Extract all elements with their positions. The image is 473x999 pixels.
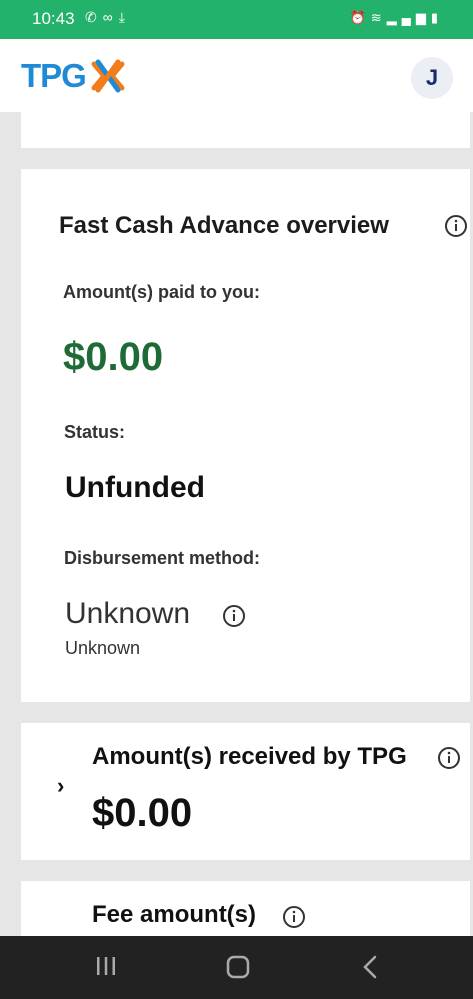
disbursement-label: Disbursement method: — [64, 548, 261, 568]
voicemail-icon: ∞ — [102, 9, 119, 25]
phone-icon: ✆ — [85, 9, 103, 25]
recent-apps-icon[interactable] — [94, 954, 118, 978]
chevron-right-icon[interactable]: › — [57, 773, 64, 799]
battery-icon: ▮ — [430, 10, 443, 25]
status-label: Status: — [64, 422, 126, 442]
received-title: Amount(s) received by TPG — [92, 743, 407, 770]
status-value: Unfunded — [65, 471, 205, 504]
home-icon[interactable] — [225, 954, 251, 980]
disbursement-subtext: Unknown — [65, 638, 141, 658]
overview-card: Fast Cash Advance overview Amount(s) pai… — [21, 169, 470, 702]
logo-mark-icon — [91, 59, 125, 93]
received-card[interactable]: › Amount(s) received by TPG $0.00 — [21, 723, 470, 860]
info-icon[interactable] — [444, 214, 468, 238]
back-icon[interactable] — [360, 954, 380, 980]
info-icon[interactable] — [222, 604, 246, 628]
logo-text: TPG — [21, 57, 87, 94]
received-amount: $0.00 — [92, 791, 193, 835]
wifi-icon: ≋ — [370, 10, 387, 25]
system-nav-bar — [0, 936, 473, 999]
status-time: 10:43 — [32, 9, 75, 28]
avatar[interactable]: J — [411, 57, 453, 99]
disbursement-value: Unknown — [65, 597, 191, 630]
signal-icon: ▂▄▆ — [386, 10, 431, 25]
download-icon: ⤓ — [118, 9, 131, 25]
info-icon[interactable] — [437, 746, 461, 770]
fee-card[interactable]: Fee amount(s) — [21, 881, 470, 941]
app-header: TPG J — [0, 39, 473, 112]
paid-amount: $0.00 — [63, 335, 164, 379]
alarm-icon: ⏰ — [349, 10, 371, 25]
status-right-icons: ⏰≋▂▄▆▮ — [350, 10, 443, 26]
status-left-icons: ✆∞⤓ — [85, 9, 131, 26]
previous-card — [21, 112, 470, 148]
overview-title: Fast Cash Advance overview — [59, 212, 389, 239]
tpg-logo[interactable]: TPG — [21, 57, 126, 95]
fee-title: Fee amount(s) — [92, 901, 257, 928]
status-bar: 10:43 ✆∞⤓ ⏰≋▂▄▆▮ — [0, 0, 473, 39]
info-icon[interactable] — [282, 905, 306, 929]
paid-label: Amount(s) paid to you: — [63, 282, 260, 302]
